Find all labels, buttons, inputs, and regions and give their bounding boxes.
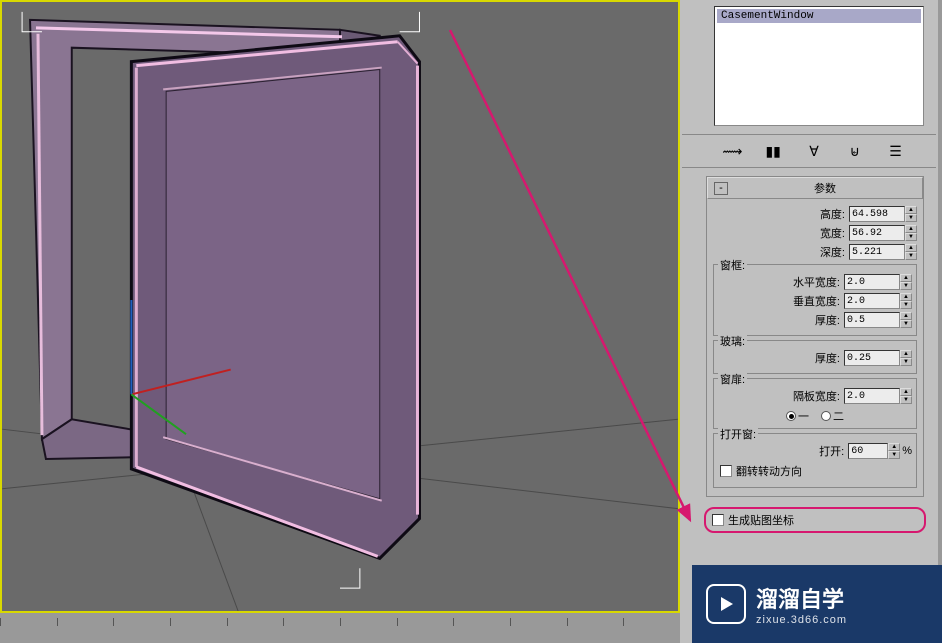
glass-group-title: 玻璃: [718, 333, 747, 349]
radio-label-one: 一 [798, 408, 809, 424]
height-spin-down[interactable]: ▼ [905, 214, 917, 222]
spin-up[interactable]: ▲ [900, 388, 912, 396]
watermark-badge: 溜溜自学 zixue.3d66.com [692, 565, 942, 643]
spin-up[interactable]: ▲ [900, 274, 912, 282]
modifier-stack-list[interactable]: CasementWindow [714, 6, 924, 126]
height-spin-up[interactable]: ▲ [905, 206, 917, 214]
checkbox-icon [712, 514, 724, 526]
radio-dot-icon [786, 411, 796, 421]
frame-thick-label: 厚度: [815, 312, 844, 328]
annotation-callout: 生成贴图坐标 [704, 507, 926, 533]
depth-input[interactable] [849, 244, 905, 260]
spin-down[interactable]: ▼ [900, 358, 912, 366]
depth-spin-up[interactable]: ▲ [905, 244, 917, 252]
casement-group: 窗扉: 隔板宽度: ▲▼ 一 [713, 378, 917, 429]
glass-thick-label: 厚度: [815, 350, 844, 366]
width-spin-up[interactable]: ▲ [905, 225, 917, 233]
checkbox-icon [720, 465, 732, 477]
height-label: 高度: [820, 206, 849, 222]
rollout-header[interactable]: - 参数 [707, 177, 923, 199]
open-group-title: 打开窗: [718, 426, 758, 442]
generate-mapping-coords-checkbox[interactable]: 生成贴图坐标 [712, 512, 918, 528]
rollout-toggle-icon: - [714, 182, 728, 195]
glass-thick-input[interactable] [844, 350, 900, 366]
panels-one-radio[interactable]: 一 [786, 408, 809, 424]
parameters-rollout: - 参数 高度: ▲ ▼ 宽度: [706, 176, 924, 497]
frame-vwidth-label: 垂直宽度: [793, 293, 844, 309]
panel-width-label: 隔板宽度: [793, 388, 844, 404]
radio-circle-icon [821, 411, 831, 421]
frame-group-title: 窗框: [718, 257, 747, 273]
spin-up[interactable]: ▲ [900, 312, 912, 320]
width-label: 宽度: [820, 225, 849, 241]
watermark-title: 溜溜自学 [756, 582, 847, 614]
open-percent-input[interactable] [848, 443, 888, 459]
remove-modifier-icon[interactable]: ⊌ [845, 141, 865, 161]
timeline-ruler[interactable] [0, 618, 680, 643]
height-input[interactable] [849, 206, 905, 222]
depth-spin-down[interactable]: ▼ [905, 252, 917, 260]
spin-up[interactable]: ▲ [900, 293, 912, 301]
casement-group-title: 窗扉: [718, 371, 747, 387]
spin-down[interactable]: ▼ [900, 282, 912, 290]
frame-thick-input[interactable] [844, 312, 900, 328]
frame-hwidth-label: 水平宽度: [793, 274, 844, 290]
configure-sets-icon[interactable]: ☰ [886, 141, 906, 161]
viewport-3d[interactable] [0, 0, 680, 613]
spin-up[interactable]: ▲ [900, 350, 912, 358]
panel-width-input[interactable] [844, 388, 900, 404]
flip-direction-checkbox[interactable]: 翻转转动方向 [720, 463, 910, 479]
spin-up[interactable]: ▲ [888, 443, 900, 451]
open-group: 打开窗: 打开: ▲▼ % 翻转转动方向 [713, 433, 917, 488]
radio-label-two: 二 [833, 408, 844, 424]
window-model-render [2, 2, 678, 611]
play-icon [706, 584, 746, 624]
generate-mapping-coords-label: 生成贴图坐标 [728, 512, 794, 528]
spin-down[interactable]: ▼ [900, 320, 912, 328]
percent-sign: % [902, 445, 912, 457]
width-input[interactable] [849, 225, 905, 241]
modifier-stack-toolbar: ⟿ ▮▮ ∀ ⊌ ☰ [682, 134, 936, 168]
open-label: 打开: [819, 443, 848, 459]
frame-vwidth-input[interactable] [844, 293, 900, 309]
rollout-title: 参数 [734, 180, 916, 196]
width-spin-down[interactable]: ▼ [905, 233, 917, 241]
flip-direction-label: 翻转转动方向 [736, 463, 802, 479]
spin-down[interactable]: ▼ [888, 451, 900, 459]
show-end-result-icon[interactable]: ▮▮ [763, 141, 783, 161]
glass-group: 玻璃: 厚度: ▲▼ [713, 340, 917, 374]
frame-hwidth-input[interactable] [844, 274, 900, 290]
modify-panel: CasementWindow ⟿ ▮▮ ∀ ⊌ ☰ - 参数 高度: ▲ [680, 0, 938, 643]
make-unique-icon[interactable]: ∀ [804, 141, 824, 161]
panels-two-radio[interactable]: 二 [821, 408, 844, 424]
watermark-subtitle: zixue.3d66.com [756, 614, 847, 626]
frame-group: 窗框: 水平宽度: ▲▼ 垂直宽度: ▲▼ [713, 264, 917, 336]
modifier-stack-item[interactable]: CasementWindow [717, 9, 921, 23]
pin-stack-icon[interactable]: ⟿ [722, 141, 742, 161]
depth-label: 深度: [820, 244, 849, 260]
spin-down[interactable]: ▼ [900, 396, 912, 404]
spin-down[interactable]: ▼ [900, 301, 912, 309]
